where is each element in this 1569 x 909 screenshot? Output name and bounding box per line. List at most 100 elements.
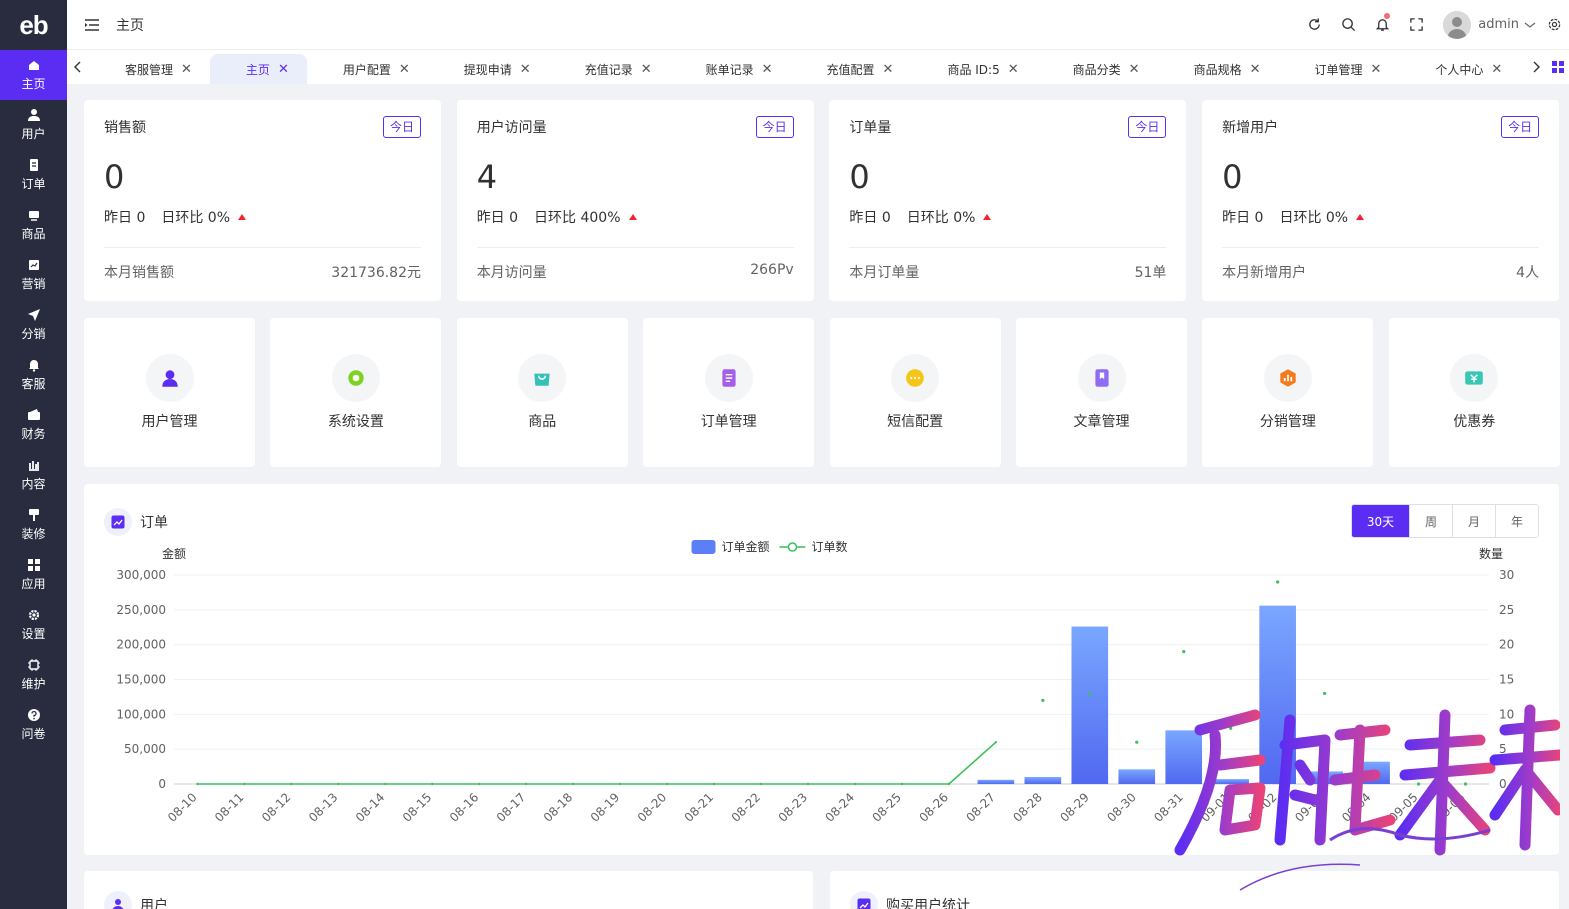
close-icon[interactable]: ✕: [1250, 62, 1261, 77]
tab-item[interactable]: 商品 ID:5 ✕: [911, 54, 1036, 84]
tab-label: 充值记录: [584, 62, 633, 77]
order-count-line: [197, 741, 997, 785]
close-icon[interactable]: ✕: [762, 62, 773, 77]
quick-link-card[interactable]: 优惠券: [1388, 318, 1560, 467]
tab-scroll-left-icon[interactable]: [67, 50, 89, 84]
sidebar-item-6[interactable]: 客服: [0, 350, 67, 400]
sidebar-item-2[interactable]: 订单: [0, 150, 67, 200]
refresh-icon[interactable]: [1297, 0, 1331, 50]
bag-icon: [534, 373, 550, 386]
sidebar-item-label: 营销: [21, 277, 46, 291]
order-count-point: [1229, 726, 1233, 730]
close-icon[interactable]: ✕: [883, 62, 894, 77]
sidebar-item-12[interactable]: 维护: [0, 650, 67, 700]
x-tick-label: 08-10: [165, 790, 200, 825]
close-icon[interactable]: ✕: [1129, 62, 1140, 77]
quick-link-card[interactable]: 用户管理: [84, 318, 255, 467]
quick-link-card[interactable]: 文章管理: [1016, 318, 1187, 467]
range-button[interactable]: 周: [1409, 505, 1452, 537]
quick-link-icon-circle: [891, 354, 940, 402]
home-icon: [28, 61, 39, 70]
tab-item[interactable]: 商品规格 ✕: [1158, 54, 1279, 84]
app-logo[interactable]: eb: [0, 0, 67, 50]
range-button[interactable]: 30天: [1352, 505, 1409, 537]
grid-icon: [27, 559, 40, 571]
sidebar-item-0[interactable]: 主页: [0, 50, 67, 100]
range-button[interactable]: 年: [1495, 505, 1538, 537]
close-icon[interactable]: ✕: [399, 62, 410, 77]
quick-link-icon-circle: [1450, 354, 1499, 402]
settings-icon[interactable]: [1539, 0, 1569, 50]
stat-title: 销售额: [104, 120, 146, 136]
send-icon: [27, 309, 40, 321]
period-badge[interactable]: 今日: [755, 116, 794, 138]
question-icon: [27, 709, 40, 721]
month-label: 本月访问量: [476, 265, 547, 281]
up-arrow-icon: [238, 214, 247, 220]
tab-menu-icon[interactable]: [1547, 50, 1569, 84]
close-icon[interactable]: ✕: [181, 62, 192, 77]
quick-link-card[interactable]: 商品: [456, 318, 628, 467]
sidebar-item-4[interactable]: 营销: [0, 250, 67, 300]
header-actions: admin: [1297, 0, 1569, 50]
y-tick-left: 0: [158, 777, 166, 791]
up-arrow-icon: [628, 214, 637, 220]
bell-icon[interactable]: [1365, 0, 1399, 50]
tab-item[interactable]: 充值记录 ✕: [549, 54, 670, 84]
tab-item[interactable]: 客服管理 ✕: [89, 54, 210, 84]
quick-link-icon-circle: [518, 354, 567, 402]
tab-item[interactable]: 充值配置 ✕: [791, 54, 912, 84]
quick-link-card[interactable]: 短信配置: [829, 318, 1001, 467]
sidebar-item-9[interactable]: 装修: [0, 500, 67, 550]
close-icon[interactable]: ✕: [1491, 62, 1502, 77]
quick-link-label: 系统设置: [327, 414, 384, 430]
x-tick-label: 08-20: [635, 790, 670, 825]
close-icon[interactable]: ✕: [278, 62, 289, 77]
chevron-down-icon[interactable]: [1521, 19, 1539, 31]
x-tick-label: 08-12: [259, 790, 294, 825]
tab-item[interactable]: 账单记录 ✕: [670, 54, 791, 84]
range-button[interactable]: 月: [1452, 505, 1495, 537]
tab-item[interactable]: 商品分类 ✕: [1037, 54, 1158, 84]
sidebar-item-13[interactable]: 问卷: [0, 700, 67, 750]
chart-icon: [28, 461, 39, 471]
search-icon[interactable]: [1331, 0, 1365, 50]
tab-item[interactable]: 主页 ✕: [209, 54, 307, 84]
tab-item[interactable]: 提现申请 ✕: [428, 54, 549, 84]
order-count-point: [712, 782, 716, 786]
sidebar-item-1[interactable]: 用户: [0, 100, 67, 150]
x-tick-label: 08-31: [1151, 790, 1186, 825]
username[interactable]: admin: [1478, 17, 1519, 32]
sidebar-item-5[interactable]: 分销: [0, 300, 67, 350]
sidebar-item-8[interactable]: 内容: [0, 450, 67, 500]
sidebar-item-label: 维护: [21, 677, 46, 691]
quick-link-card[interactable]: 订单管理: [643, 318, 815, 467]
close-icon[interactable]: ✕: [641, 62, 652, 77]
close-icon[interactable]: ✕: [520, 62, 531, 77]
sidebar-item-11[interactable]: 设置: [0, 600, 67, 650]
period-badge[interactable]: 今日: [1501, 116, 1540, 138]
close-icon[interactable]: ✕: [1371, 62, 1382, 77]
close-icon[interactable]: ✕: [1008, 62, 1019, 77]
quick-link-card[interactable]: 分销管理: [1202, 318, 1374, 467]
period-badge[interactable]: 今日: [1128, 116, 1167, 138]
order-count-point: [618, 782, 622, 786]
fullscreen-icon[interactable]: [1399, 0, 1433, 50]
tab-scroll-right-icon[interactable]: [1525, 50, 1547, 84]
sidebar-item-3[interactable]: 商品: [0, 200, 67, 250]
sidebar-item-10[interactable]: 应用: [0, 550, 67, 600]
period-badge[interactable]: 今日: [382, 116, 421, 138]
user-stats-title: 用户: [140, 898, 168, 909]
x-tick-label: 09-06: [1433, 790, 1468, 825]
sidebar-item-7[interactable]: 财务: [0, 400, 67, 450]
stat-title: 用户访问量: [476, 120, 547, 136]
tab-item[interactable]: 个人中心 ✕: [1399, 54, 1520, 84]
tab-label: 订单管理: [1314, 62, 1363, 77]
quick-link-label: 分销管理: [1259, 414, 1316, 430]
menu-toggle-icon[interactable]: [84, 17, 100, 33]
tab-item[interactable]: 订单管理 ✕: [1278, 54, 1399, 84]
tab-item[interactable]: 用户配置 ✕: [307, 54, 428, 84]
tab-list: 客服管理 ✕ 主页 ✕ 用户配置 ✕ 提现申请 ✕ 充值记录 ✕ 账单记录 ✕ 充值配置 ✕ 商品 ID:5…: [89, 50, 1525, 84]
avatar[interactable]: [1443, 10, 1472, 39]
quick-link-card[interactable]: 系统设置: [270, 318, 442, 467]
